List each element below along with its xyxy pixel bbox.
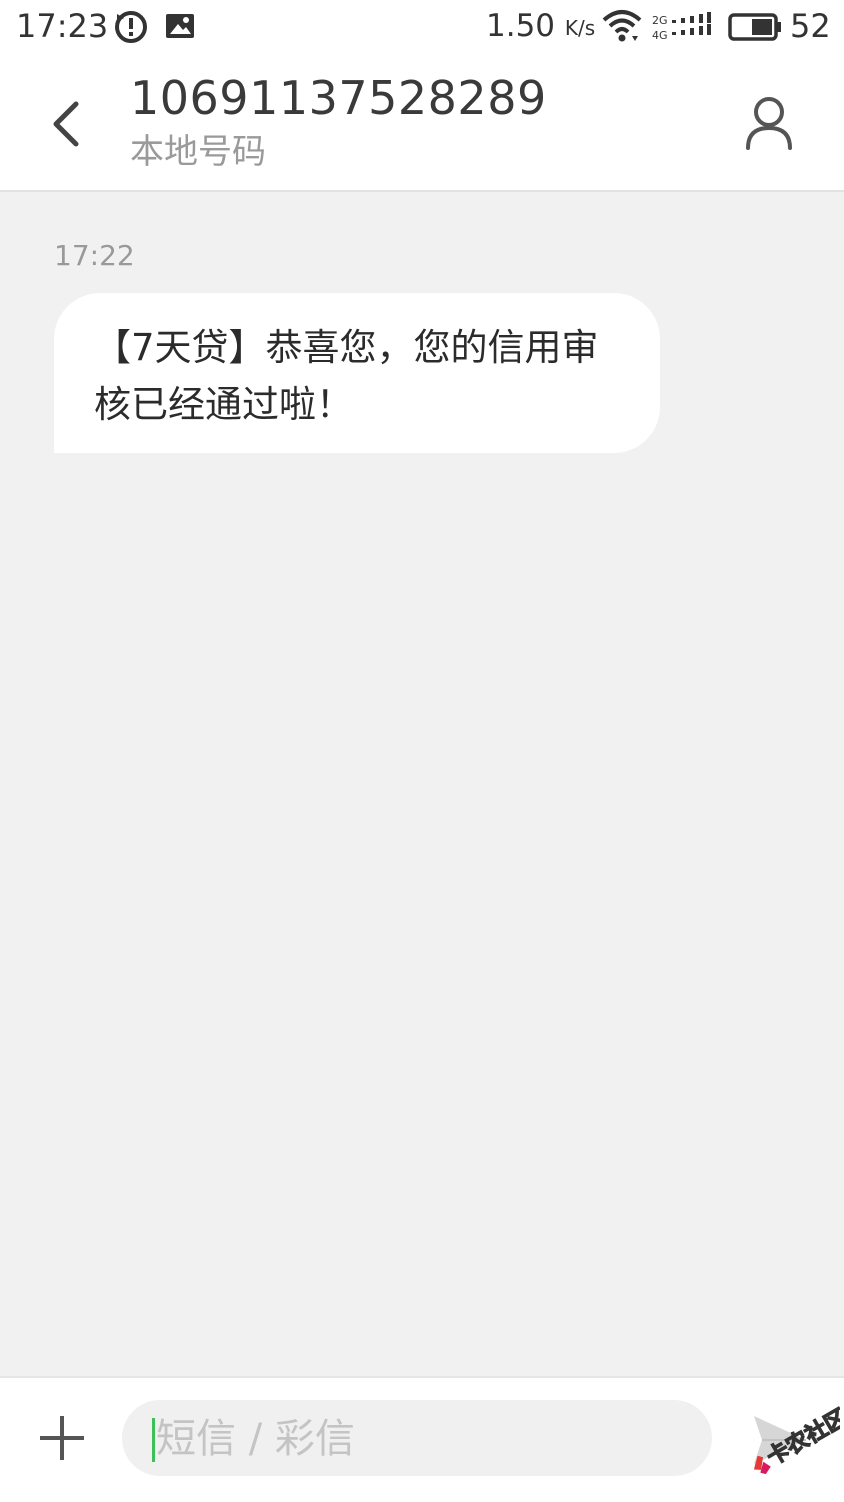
status-time: 17:23 [16,7,109,45]
contact-number: 10691137528289 [130,71,547,125]
message-bubble-incoming[interactable]: 【7天贷】恭喜您，您的信用审核已经通过啦！ [54,293,660,453]
svg-text:4G: 4G [652,29,668,42]
attach-button[interactable] [32,1408,92,1468]
sync-alert-icon [114,10,148,48]
contact-button[interactable] [736,90,802,156]
image-notification-icon [164,10,196,46]
contact-subtitle: 本地号码 [130,132,266,172]
battery-icon [728,12,782,46]
composer-bar: 短信 / 彩信 [0,1376,844,1502]
watermark-logo: 卡农社区 [740,1404,844,1484]
watermark-text: 卡农社区 [762,1404,840,1471]
plus-icon [32,1416,92,1472]
chevron-left-icon [36,101,100,168]
message-input-placeholder: 短信 / 彩信 [156,1416,355,1462]
message-timestamp: 17:22 [54,239,135,272]
svg-text:2G: 2G [652,14,668,27]
net-speed: 1.50 K/s [486,8,596,44]
wifi-icon [602,8,642,48]
message-list[interactable]: 17:22 【7天贷】恭喜您，您的信用审核已经通过啦！ [0,192,844,1376]
signal-2g-4g-icon: 2G 4G [652,12,712,46]
person-icon [736,97,802,160]
message-text: 【7天贷】恭喜您，您的信用审核已经通过啦！ [94,326,599,426]
back-button[interactable] [36,84,100,164]
text-cursor [152,1418,155,1462]
conversation-header: 10691137528289 本地号码 [0,56,844,192]
battery-level: 52 [790,7,831,45]
status-bar: 17:23 1.50 K/s 2G 4G 52 [0,0,844,56]
net-speed-unit: K/s [564,16,596,40]
message-input[interactable]: 短信 / 彩信 [122,1400,712,1476]
